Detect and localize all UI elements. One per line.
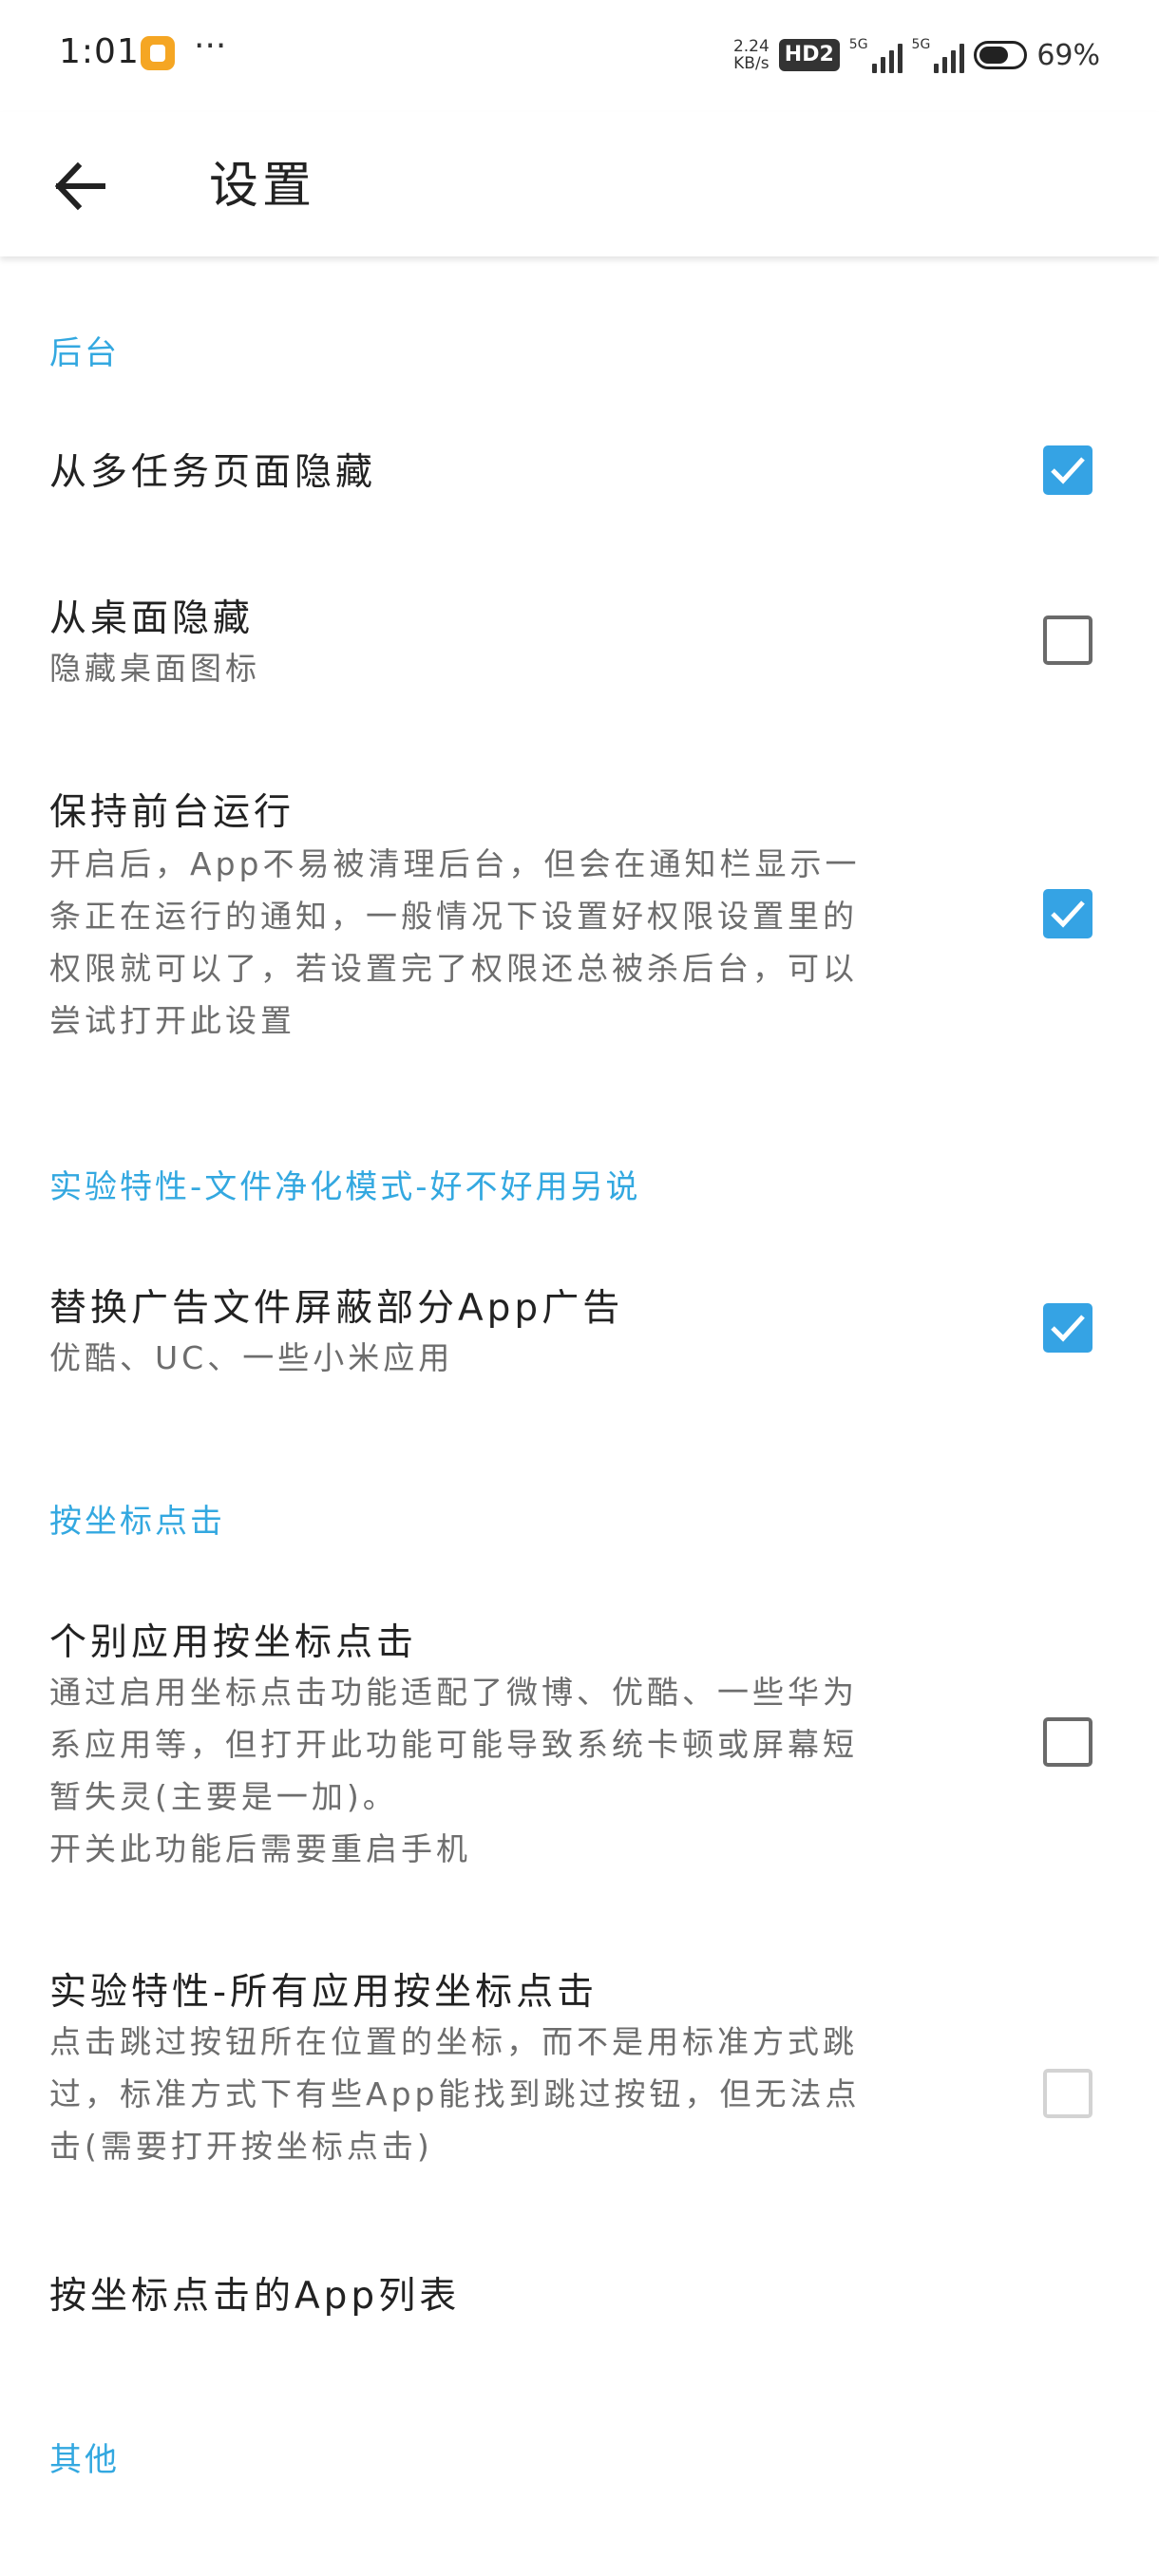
back-button[interactable] (44, 150, 116, 222)
checkbox-coordinate-click-all-apps[interactable] (1043, 2069, 1092, 2118)
checkbox-hide-from-launcher[interactable] (1043, 616, 1092, 665)
pref-title: 从多任务页面隐藏 (49, 451, 377, 494)
battery-icon (974, 41, 1028, 69)
network-type-label: 5G (848, 37, 868, 52)
status-bar: 1:01 ··· 2.24 KB/s HD2 5G 5G 69% (0, 0, 1159, 112)
check-icon (1051, 1315, 1085, 1342)
status-time: 1:01 (59, 32, 140, 71)
pref-hide-from-recents[interactable]: 从多任务页面隐藏 (0, 399, 1159, 541)
pref-summary: 优酷、UC、一些小米应用 (49, 1339, 454, 1376)
section-header-coordinate-click: 按坐标点击 (49, 1503, 225, 1541)
pref-hide-from-launcher[interactable]: 从桌面隐藏 隐藏桌面图标 (0, 560, 1159, 722)
section-header-background: 后台 (49, 334, 120, 372)
pref-summary: 开启后，App不易被清理后台，但会在通知栏显示一 条正在运行的通知，一般情况下设… (49, 845, 861, 1039)
pref-title: 按坐标点击的App列表 (49, 2275, 461, 2318)
check-icon (1051, 457, 1085, 484)
checkbox-hide-from-recents[interactable] (1043, 445, 1092, 495)
battery-percent: 69% (1036, 38, 1100, 72)
pref-replace-ad-files[interactable]: 替换广告文件屏蔽部分App广告 优酷、UC、一些小米应用 (0, 1254, 1159, 1406)
check-icon (1051, 900, 1085, 928)
arrow-left-icon (54, 161, 105, 211)
network-speed-unit: KB/s (733, 54, 770, 73)
signal-strength-icon-2: 5G (912, 37, 965, 73)
checkbox-coordinate-click-some-apps[interactable] (1043, 1717, 1092, 1767)
section-header-other: 其他 (49, 2441, 120, 2479)
pref-summary: 隐藏桌面图标 (49, 650, 260, 687)
checkbox-replace-ad-files[interactable] (1043, 1303, 1092, 1353)
signal-strength-icon: 5G (849, 37, 902, 73)
pref-title: 实验特性-所有应用按坐标点击 (49, 1971, 598, 2014)
notification-app-icon (141, 36, 175, 70)
network-speed-value: 2.24 (732, 37, 770, 56)
pref-coordinate-click-some-apps[interactable]: 个别应用按坐标点击 通过启用坐标点击功能适配了微博、优酷、一些华为 系应用等，但… (0, 1596, 1159, 1881)
pref-title: 个别应用按坐标点击 (49, 1621, 418, 1664)
pref-title: 保持前台运行 (49, 791, 295, 834)
pref-coordinate-click-app-list[interactable]: 按坐标点击的App列表 (0, 2242, 1159, 2346)
section-header-file-purify: 实验特性-文件净化模式-好不好用另说 (49, 1168, 641, 1206)
pref-summary: 通过启用坐标点击功能适配了微博、优酷、一些华为 系应用等，但打开此功能可能导致系… (49, 1674, 858, 1867)
checkbox-keep-foreground[interactable] (1043, 889, 1092, 938)
pref-summary: 点击跳过按钮所在位置的坐标，而不是用标准方式跳 过，标准方式下有些App能找到跳… (49, 2023, 861, 2165)
network-speed: 2.24 KB/s (733, 38, 770, 72)
network-type-label-2: 5G (911, 37, 931, 52)
pref-keep-foreground[interactable]: 保持前台运行 开启后，App不易被清理后台，但会在通知栏显示一 条正在运行的通知… (0, 760, 1159, 1073)
pref-coordinate-click-all-apps[interactable]: 实验特性-所有应用按坐标点击 点击跳过按钮所在位置的坐标，而不是用标准方式跳 过… (0, 1947, 1159, 2194)
pref-title: 替换广告文件屏蔽部分App广告 (49, 1287, 624, 1330)
pref-title: 从桌面隐藏 (49, 597, 255, 640)
hd-voice-icon: HD2 (778, 39, 840, 71)
page-title: 设置 (209, 158, 316, 215)
more-notifications-icon: ··· (194, 27, 227, 66)
app-bar: 设置 (0, 112, 1159, 256)
status-indicators: 2.24 KB/s HD2 5G 5G 69% (733, 34, 1100, 76)
